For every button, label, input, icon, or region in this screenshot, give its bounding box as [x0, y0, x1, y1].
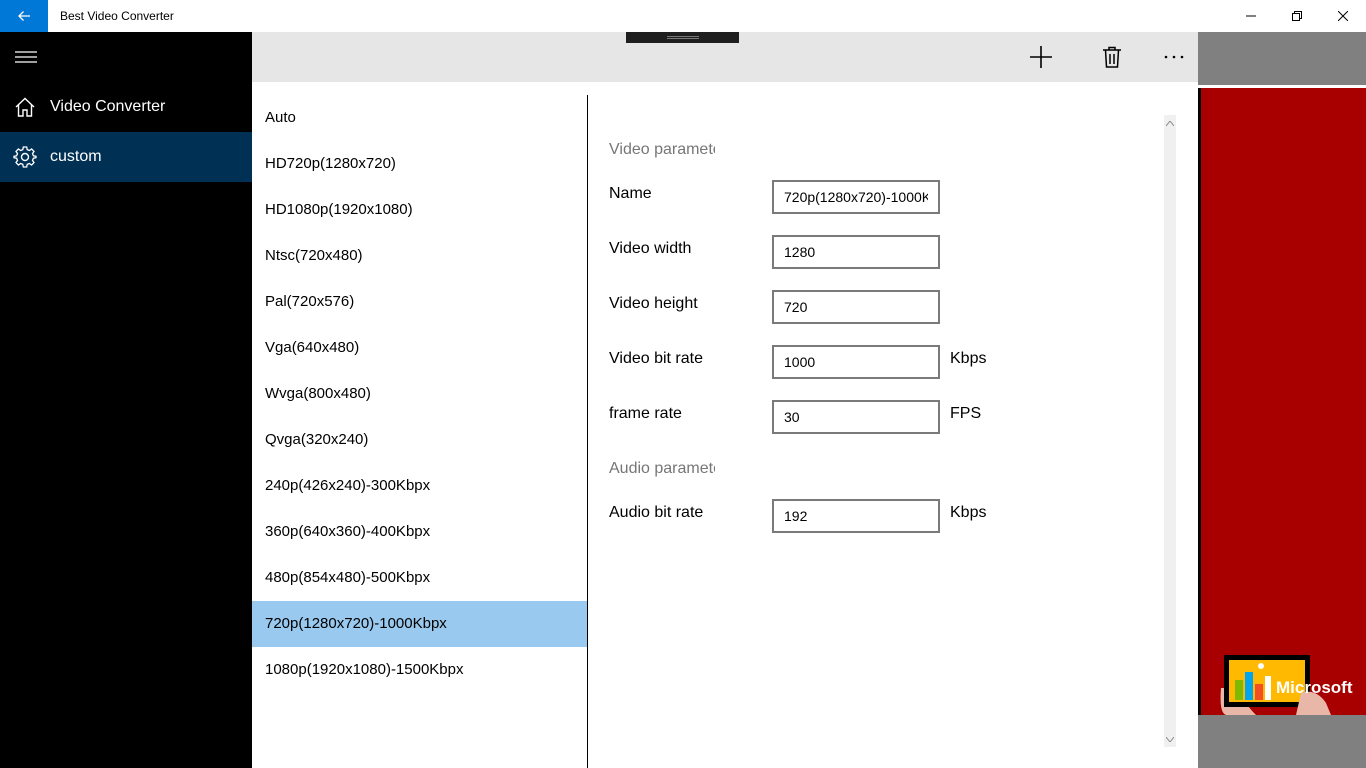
scroll-up-icon[interactable]: [1164, 117, 1176, 129]
video-parameters-header: Video paramete: [609, 141, 715, 158]
audio-bitrate-unit: Kbps: [950, 504, 987, 521]
close-icon: [1338, 11, 1348, 21]
nav-item-label: Video Converter: [50, 98, 166, 115]
restore-button[interactable]: [1274, 0, 1320, 32]
preset-item-hd1080p[interactable]: HD1080p(1920x1080): [252, 187, 587, 233]
preset-list: Auto HD720p(1280x720) HD1080p(1920x1080)…: [252, 95, 587, 768]
frame-rate-unit: FPS: [950, 405, 982, 422]
frame-rate-label: frame rate: [609, 405, 682, 422]
ad-bottom-strip: [1198, 715, 1366, 768]
preset-editor: Video paramete Name Video width Video he…: [588, 95, 1178, 768]
name-input[interactable]: [772, 180, 940, 214]
preset-item-1080p[interactable]: 1080p(1920x1080)-1500Kbpx: [252, 647, 587, 693]
preset-item-hd720p[interactable]: HD720p(1280x720): [252, 141, 587, 187]
video-bitrate-unit: Kbps: [950, 350, 987, 367]
more-icon: [1164, 55, 1184, 59]
back-button[interactable]: [0, 0, 48, 32]
preset-item-360p[interactable]: 360p(640x360)-400Kbpx: [252, 509, 587, 555]
drag-handle[interactable]: [626, 32, 739, 43]
ad-background: Microsoft: [1201, 88, 1366, 715]
nav-item-label: custom: [50, 148, 102, 165]
command-bar: [252, 32, 1198, 82]
ad-top-strip: [1198, 32, 1366, 85]
window-controls: [1228, 0, 1366, 32]
add-button[interactable]: [1021, 40, 1061, 74]
preset-item-qvga[interactable]: Qvga(320x240): [252, 417, 587, 463]
restore-icon: [1292, 11, 1302, 21]
hamburger-icon: [15, 51, 37, 63]
preset-item-pal[interactable]: Pal(720x576): [252, 279, 587, 325]
video-bitrate-input[interactable]: [772, 345, 940, 379]
advertisement-banner[interactable]: Microsoft: [1198, 88, 1366, 715]
audio-parameters-header: Audio paramete: [609, 460, 715, 477]
home-icon: [0, 96, 50, 118]
minimize-icon: [1246, 15, 1256, 17]
preset-item-480p[interactable]: 480p(854x480)-500Kbpx: [252, 555, 587, 601]
video-height-input[interactable]: [772, 290, 940, 324]
preset-item-wvga[interactable]: Wvga(800x480): [252, 371, 587, 417]
title-bar: Best Video Converter: [0, 0, 1366, 32]
preset-item-240p[interactable]: 240p(426x240)-300Kbpx: [252, 463, 587, 509]
navigation-pane: Video Converter custom: [0, 32, 252, 768]
video-height-label: Video height: [609, 295, 698, 312]
hamburger-button[interactable]: [0, 32, 252, 82]
frame-rate-input[interactable]: [772, 400, 940, 434]
plus-icon: [1030, 46, 1052, 68]
preset-item-ntsc[interactable]: Ntsc(720x480): [252, 233, 587, 279]
delete-button[interactable]: [1092, 40, 1132, 74]
minimize-button[interactable]: [1228, 0, 1274, 32]
close-button[interactable]: [1320, 0, 1366, 32]
gear-icon: [0, 145, 50, 169]
more-button[interactable]: [1154, 40, 1194, 74]
audio-bitrate-input[interactable]: [772, 499, 940, 533]
scroll-down-icon[interactable]: [1164, 733, 1176, 745]
ad-brand-text: Microsoft: [1276, 678, 1353, 697]
vertical-scrollbar[interactable]: [1164, 115, 1176, 747]
preset-item-auto[interactable]: Auto: [252, 95, 587, 141]
name-label: Name: [609, 185, 652, 202]
tablet-illustration-icon: [1220, 655, 1331, 715]
preset-item-720p[interactable]: 720p(1280x720)-1000Kbpx: [252, 601, 587, 647]
video-width-input[interactable]: [772, 235, 940, 269]
app-title: Best Video Converter: [60, 9, 174, 23]
trash-icon: [1103, 46, 1121, 68]
video-bitrate-label: Video bit rate: [609, 350, 703, 367]
audio-bitrate-label: Audio bit rate: [609, 504, 704, 521]
back-arrow-icon: [18, 11, 30, 21]
nav-item-custom[interactable]: custom: [0, 132, 252, 182]
preset-item-vga[interactable]: Vga(640x480): [252, 325, 587, 371]
nav-item-video-converter[interactable]: Video Converter: [0, 82, 252, 132]
video-width-label: Video width: [609, 240, 692, 257]
